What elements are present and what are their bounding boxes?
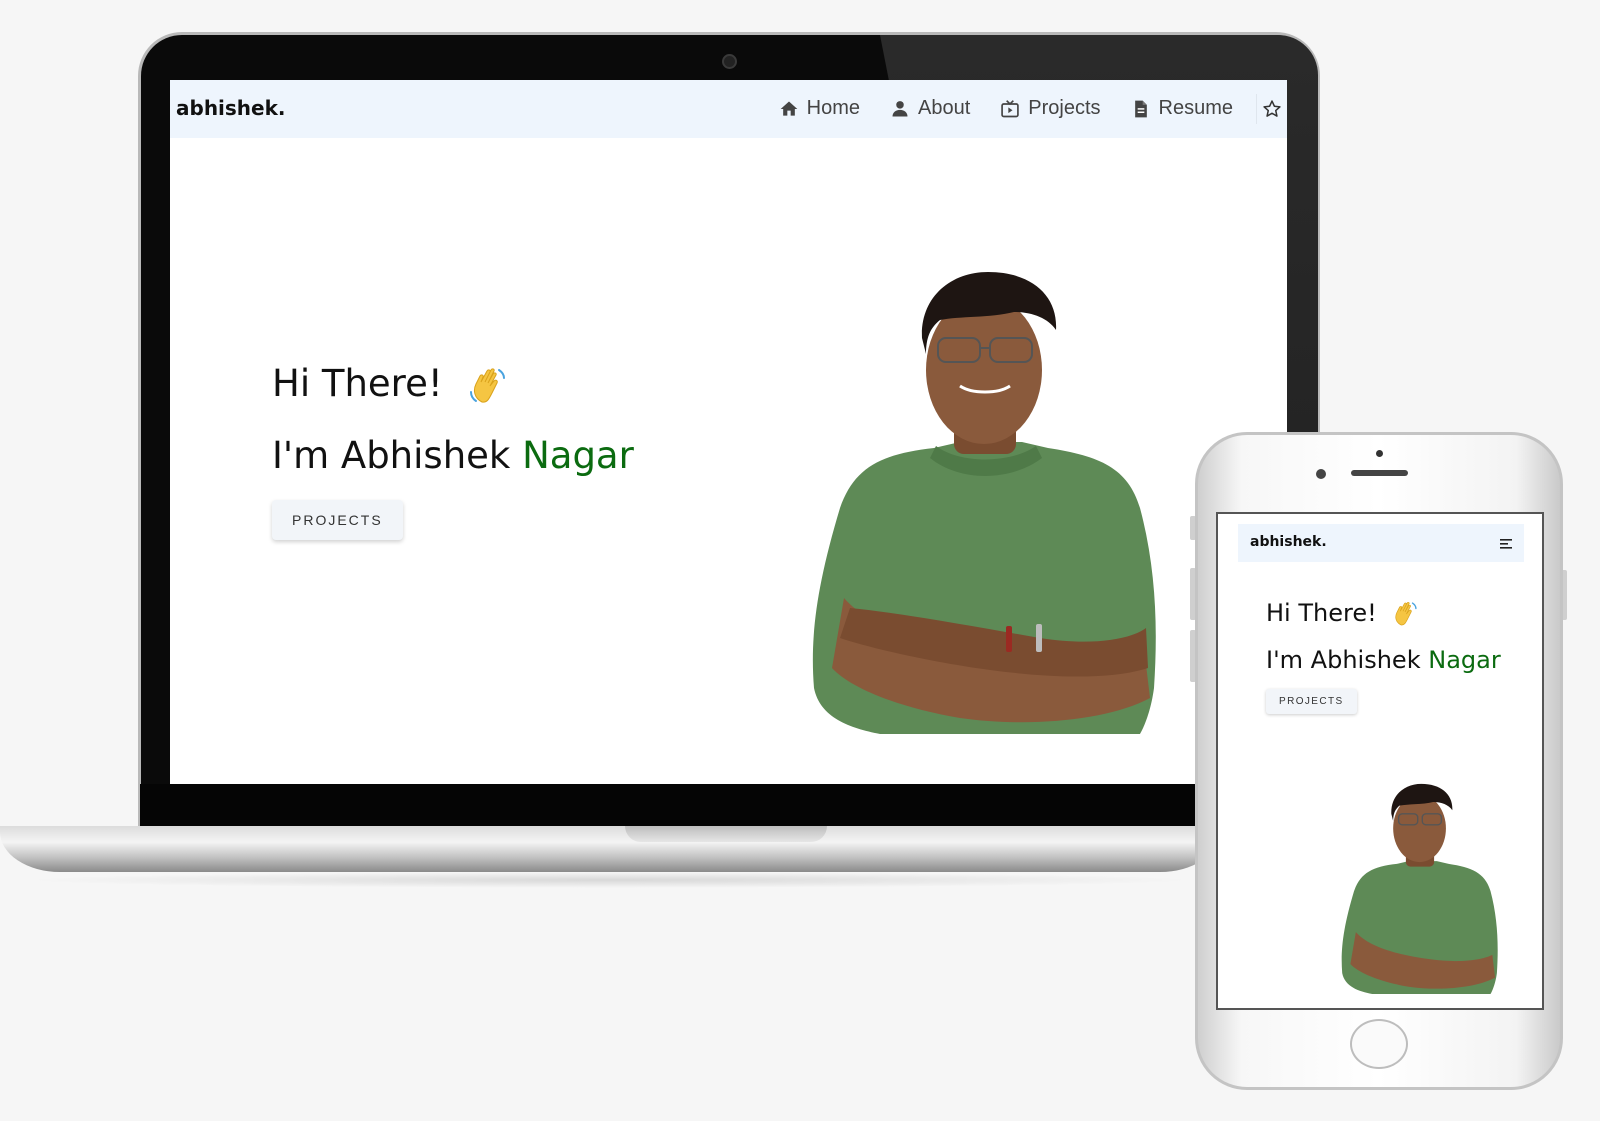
greeting-text: Hi There! xyxy=(272,362,443,405)
mobile-navbar: abhishek. xyxy=(1238,524,1524,562)
phone-speaker xyxy=(1351,470,1408,476)
laptop-camera xyxy=(722,54,737,69)
nav-menu: Home About Projects Resume xyxy=(779,97,1233,120)
laptop-base-notch xyxy=(625,826,827,842)
hero-intro: I'm Abhishek Nagar xyxy=(272,434,634,478)
waving-hand-icon xyxy=(470,367,506,403)
mobile-projects-button[interactable]: PROJECTS xyxy=(1266,689,1357,714)
laptop-shadow xyxy=(20,872,1200,888)
home-icon xyxy=(780,101,797,116)
mobile-profile-photo xyxy=(1341,783,1498,994)
phone-sensor xyxy=(1316,469,1326,479)
phone-home-button[interactable] xyxy=(1350,1019,1408,1069)
user-icon xyxy=(892,100,908,116)
nav-item-about[interactable]: About xyxy=(890,97,970,120)
waving-hand-icon xyxy=(1395,602,1417,626)
laptop-base xyxy=(0,826,1220,872)
mobile-brand-logo[interactable]: abhishek. xyxy=(1250,534,1327,550)
mobile-intro-name-highlight: Nagar xyxy=(1428,646,1501,674)
nav-item-label: About xyxy=(918,97,971,119)
nav-item-label: Home xyxy=(806,97,860,119)
mobile-hero-section: Hi There! I'm Abhishek Nagar PROJECTS xyxy=(1266,598,1501,714)
navbar: abhishek. Home About Projects Resume xyxy=(170,80,1287,138)
hero-greeting: Hi There! xyxy=(272,362,634,408)
mobile-hero-greeting: Hi There! xyxy=(1266,598,1501,629)
phone-camera xyxy=(1376,450,1383,457)
phone-screen: abhishek. Hi There! I'm Abhishek Nagar P… xyxy=(1216,512,1544,1010)
mobile-greeting-text: Hi There! xyxy=(1266,599,1377,627)
hero-section: Hi There! I'm Abhishek Nagar PROJECTS xyxy=(272,362,634,540)
profile-photo xyxy=(812,272,1156,734)
document-icon xyxy=(1134,100,1147,117)
intro-text: I'm Abhishek xyxy=(272,433,523,477)
mobile-hero-intro: I'm Abhishek Nagar xyxy=(1266,645,1501,675)
laptop-chin xyxy=(140,784,1318,828)
nav-item-label: Projects xyxy=(1028,97,1101,119)
menu-icon[interactable] xyxy=(1500,538,1514,550)
mobile-intro-text: I'm Abhishek xyxy=(1266,646,1429,674)
projects-icon xyxy=(1001,99,1020,117)
intro-name-highlight: Nagar xyxy=(522,433,634,477)
github-star-button[interactable] xyxy=(1256,94,1287,124)
nav-item-projects[interactable]: Projects xyxy=(1000,97,1101,120)
laptop-screen: abhishek. Home About Projects Resume Hi … xyxy=(170,80,1287,784)
projects-button[interactable]: PROJECTS xyxy=(272,499,403,540)
nav-item-label: Resume xyxy=(1158,97,1233,119)
brand-logo[interactable]: abhishek. xyxy=(176,96,286,120)
nav-item-home[interactable]: Home xyxy=(779,97,860,120)
nav-item-resume[interactable]: Resume xyxy=(1131,97,1233,120)
star-icon xyxy=(1263,100,1281,117)
